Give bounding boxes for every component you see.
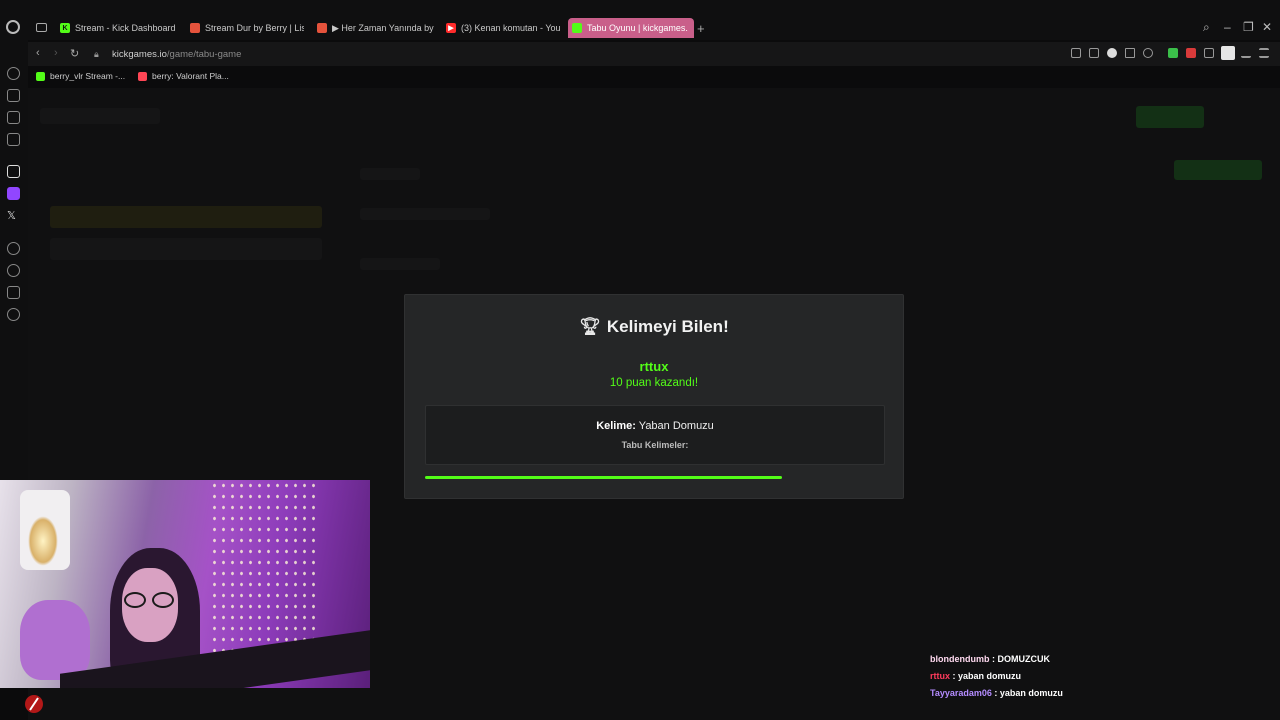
tab-kenan-komutan[interactable]: ▶ (3) Kenan komutan - You <box>442 18 560 38</box>
chat-text: yaban domuzu <box>958 671 1022 681</box>
extensions-sidebar-icon[interactable] <box>7 286 20 299</box>
webcam-overlay <box>0 480 370 688</box>
messenger-icon[interactable] <box>7 133 20 146</box>
heart-icon[interactable] <box>1143 48 1153 58</box>
forward-icon[interactable]: › <box>54 47 58 59</box>
lamp-glow <box>28 516 58 566</box>
countdown-progress <box>425 476 885 479</box>
bookmark-berry-valorant[interactable]: berry: Valorant Pla... <box>138 71 229 81</box>
opera-logo-icon[interactable] <box>6 20 20 34</box>
plush-toy <box>20 600 90 680</box>
arc-app-icon[interactable] <box>7 165 20 178</box>
stream-brand-logo-icon <box>25 695 43 713</box>
word-guessed-modal: 🏆︎ Kelimeyi Bilen! rttux 10 puan kazandı!… <box>404 294 904 499</box>
minimize-icon[interactable]: – <box>1224 20 1231 34</box>
url-field[interactable]: kickgames.io/game/tabu-game <box>112 49 241 60</box>
tab-label: (3) Kenan komutan - You <box>461 23 560 33</box>
chat-username: blondendumb <box>930 654 990 664</box>
adblock-extension-icon[interactable] <box>1186 48 1196 58</box>
settings-gear-icon[interactable] <box>7 308 20 321</box>
kick-favicon-icon <box>36 71 45 81</box>
history-icon[interactable] <box>7 264 20 277</box>
player-icon[interactable] <box>7 242 20 255</box>
countdown-progress-fill <box>425 476 783 479</box>
close-window-icon[interactable]: ✕ <box>1262 20 1272 34</box>
pinboard-icon[interactable] <box>7 111 20 124</box>
profile-extension-icon[interactable] <box>1221 46 1235 60</box>
tab-label: ▶ Her Zaman Yanında by <box>332 22 434 33</box>
tab-tabu-oyunu[interactable]: Tabu Oyunu | kickgames. <box>568 18 694 38</box>
word-line: Kelime: Yaban Domuzu <box>426 420 884 432</box>
page-text <box>360 208 490 220</box>
site-logo <box>40 108 160 124</box>
chat-username: Tayyaradam06 <box>930 688 992 698</box>
reload-icon[interactable]: ↻ <box>70 47 79 60</box>
chat-text: yaban domuzu <box>999 688 1063 698</box>
vpn-extension-icon[interactable] <box>1168 48 1178 58</box>
valorant-favicon-icon <box>138 71 147 81</box>
bookmark-label: berry: Valorant Pla... <box>152 71 229 81</box>
tab-bar: K Stream - Kick Dashboard Stream Dur by … <box>0 0 1280 40</box>
extensions-icon[interactable] <box>1204 48 1214 58</box>
soundcloud-favicon-icon <box>317 23 327 33</box>
bookmark-berry-stream[interactable]: berry_vlr Stream -... <box>36 71 125 81</box>
play-icon[interactable] <box>1125 48 1135 58</box>
points-earned: 10 puan kazandı! <box>609 377 699 389</box>
lock-icon: 🔒︎ <box>94 49 99 59</box>
tab-overview-icon[interactable] <box>36 23 47 32</box>
tab-label: Stream - Kick Dashboard <box>75 23 176 33</box>
workspaces-icon[interactable] <box>7 89 20 102</box>
winner-name: rttux <box>639 359 669 374</box>
bookmark-icon[interactable] <box>1071 48 1081 58</box>
kick-favicon-icon: K <box>60 23 70 33</box>
modal-title-text: Kelimeyi Bilen! <box>606 317 729 336</box>
page-heading <box>360 168 420 180</box>
player-list-item <box>50 206 322 228</box>
word-label: Kelime: <box>596 420 636 432</box>
tab-stream-dur[interactable]: Stream Dur by Berry | Lis <box>186 18 304 38</box>
soundcloud-favicon-icon <box>190 23 200 33</box>
page-primary-button <box>1136 106 1204 128</box>
tab-kick-dashboard[interactable]: K Stream - Kick Dashboard <box>56 18 178 38</box>
shield-icon[interactable] <box>1107 48 1117 58</box>
restore-icon[interactable]: ❐ <box>1243 20 1254 34</box>
search-tabs-icon[interactable]: ⌕ <box>1203 20 1210 35</box>
page-text <box>360 258 440 270</box>
tab-label: Tabu Oyunu | kickgames. <box>587 23 688 33</box>
player-list-item <box>50 238 322 260</box>
aria-icon[interactable] <box>7 67 20 80</box>
page-secondary-button <box>1174 160 1262 180</box>
x-twitter-icon[interactable]: 𝕏 <box>7 209 20 222</box>
url-path: /game/tabu-game <box>166 49 242 60</box>
trophy-icon: 🏆︎ <box>579 317 601 336</box>
word-details-box: Kelime: Yaban Domuzu Tabu Kelimeler: <box>425 405 885 465</box>
chat-username: rttux <box>930 671 950 681</box>
streamer-glasses <box>122 592 178 610</box>
menu-icon[interactable] <box>1259 48 1269 58</box>
tab-label: Stream Dur by Berry | Lis <box>205 23 304 33</box>
twitch-icon[interactable] <box>7 187 20 200</box>
chat-message: rttux : yaban domuzu <box>930 671 1022 681</box>
chat-message: blondendumb : DOMUZCUK <box>930 654 1051 664</box>
taboo-words-label: Tabu Kelimeler: <box>621 440 689 450</box>
modal-title: 🏆︎ Kelimeyi Bilen! <box>405 317 903 337</box>
snapshot-icon[interactable] <box>1089 48 1099 58</box>
stream-chat-overlay: blondendumb : DOMUZCUK rttux : yaban dom… <box>930 651 1270 702</box>
download-icon[interactable] <box>1241 48 1251 58</box>
fairy-lights <box>210 480 320 660</box>
chat-message: Tayyaradam06 : yaban domuzu <box>930 688 1063 698</box>
chat-text: DOMUZCUK <box>997 654 1051 664</box>
tab-her-zaman[interactable]: ▶ Her Zaman Yanında by <box>313 18 435 38</box>
back-icon[interactable]: ‹ <box>36 47 40 59</box>
word-value: Yaban Domuzu <box>638 420 714 432</box>
kickgames-favicon-icon <box>572 23 582 33</box>
new-tab-button[interactable]: + <box>697 21 705 36</box>
bookmark-label: berry_vlr Stream -... <box>50 71 126 81</box>
youtube-favicon-icon: ▶ <box>446 23 456 33</box>
url-host: kickgames.io <box>112 49 167 60</box>
